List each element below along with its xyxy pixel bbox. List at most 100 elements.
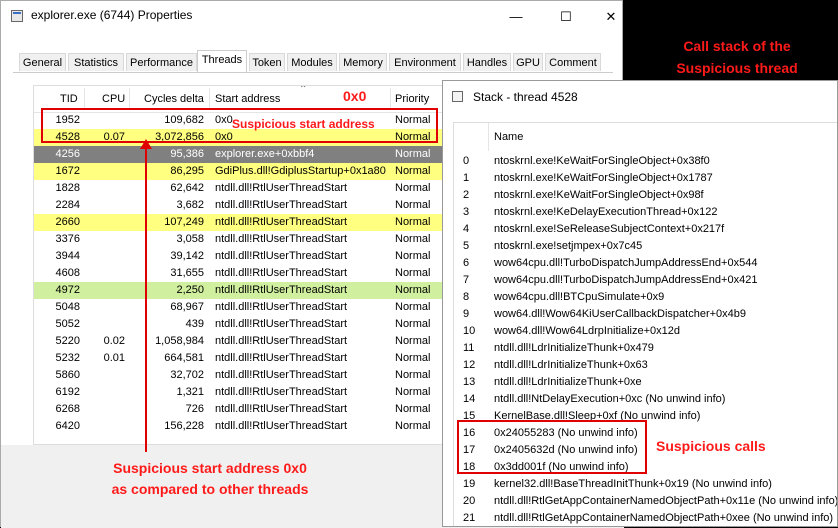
stack-frame-row[interactable]: 9 wow64.dll!Wow64KiUserCallbackDispatcher…	[454, 306, 837, 323]
thread-row[interactable]: 1828 62,642 ntdll.dll!RtlUserThreadStart No…	[34, 180, 442, 197]
tid-cell: 5860	[55, 369, 80, 381]
tid-cell: 2660	[55, 216, 80, 228]
cycles-cell: 1,058,984	[155, 335, 204, 347]
start-address-cell: GdiPlus.dll!GdiplusStartup+0x1a80	[215, 165, 386, 177]
start-address-cell: ntdll.dll!RtlUserThreadStart	[215, 386, 348, 398]
stack-frame-row[interactable]: 2 ntoskrnl.exe!KeWaitForSingleObject+0x98…	[454, 187, 837, 204]
cycles-cell: 156,228	[164, 420, 204, 432]
maximize-button[interactable]: ☐	[546, 7, 586, 27]
thread-row[interactable]: 3376 3,058 ntdll.dll!RtlUserThreadStart Nor…	[34, 231, 442, 248]
thread-row[interactable]: 5048 68,967 ntdll.dll!RtlUserThreadStart No…	[34, 299, 442, 316]
suspicious-calls-label: Suspicious calls	[656, 438, 766, 454]
stack-frame-row[interactable]: 8 wow64cpu.dll!BTCpuSimulate+0x9	[454, 289, 837, 306]
stack-window-title: Stack - thread 4528	[473, 90, 578, 104]
stack-frame-row[interactable]: 4 ntoskrnl.exe!SeReleaseSubjectContext+0x…	[454, 221, 837, 238]
tid-cell: 3376	[55, 233, 80, 245]
tab-comment[interactable]: Comment	[545, 53, 601, 71]
bottom-annotation-line1: Suspicious start address 0x0	[113, 460, 307, 476]
thread-row[interactable]: 5052 439 ntdll.dll!RtlUserThreadStart Norma…	[34, 316, 442, 333]
thread-row[interactable]: 5220 0.02 1,058,984 ntdll.dll!RtlUserThread…	[34, 333, 442, 350]
col-priority[interactable]: Priority	[395, 93, 429, 105]
tab-general[interactable]: General	[19, 53, 66, 71]
stack-frame-row[interactable]: 20 ntdll.dll!RtlGetAppContainerNamedObjec…	[454, 493, 837, 510]
frame-index: 6	[463, 257, 470, 269]
tab-token[interactable]: Token	[249, 53, 285, 71]
thread-row[interactable]: 4608 31,655 ntdll.dll!RtlUserThreadStart No…	[34, 265, 442, 282]
cycles-cell: 2,250	[176, 284, 204, 296]
col-cpu[interactable]: CPU	[102, 93, 125, 105]
thread-row[interactable]: 6192 1,321 ntdll.dll!RtlUserThreadStart Nor…	[34, 384, 442, 401]
priority-cell: Normal	[395, 403, 431, 415]
thread-row[interactable]: 4972 2,250 ntdll.dll!RtlUserThreadStart Nor…	[34, 282, 442, 299]
cycles-cell: 39,142	[170, 250, 204, 262]
frame-name: ntoskrnl.exe!SeReleaseSubjectContext+0x2…	[494, 223, 725, 235]
thread-row[interactable]: 5232 0.01 664,581 ntdll.dll!RtlUserThreadSt…	[34, 350, 442, 367]
stack-frame-row[interactable]: 12 ntdll.dll!LdrInitializeThunk+0x63	[454, 357, 837, 374]
cpu-cell: 0.01	[103, 352, 125, 364]
stack-frame-row[interactable]: 7 wow64cpu.dll!TurboDispatchJumpAddressEn…	[454, 272, 837, 289]
tid-cell: 2284	[55, 199, 80, 211]
thread-row[interactable]: 2660 107,249 ntdll.dll!RtlUserThreadStart N…	[34, 214, 442, 231]
tid-cell: 1828	[55, 182, 80, 194]
stack-frame-row[interactable]: 1 ntoskrnl.exe!KeWaitForSingleObject+0x17…	[454, 170, 837, 187]
thread-row[interactable]: 6420 156,228 ntdll.dll!RtlUserThreadStart N…	[34, 418, 442, 435]
start-address-cell: ntdll.dll!RtlUserThreadStart	[215, 182, 348, 194]
tid-cell: 4972	[55, 284, 80, 296]
close-button[interactable]: ✕	[591, 7, 631, 27]
thread-row[interactable]: 5860 32,702 ntdll.dll!RtlUserThreadStart No…	[34, 367, 442, 384]
frame-name: wow64cpu.dll!TurboDispatchJumpAddressEnd…	[494, 257, 758, 269]
stack-frame-row[interactable]: 13 ntdll.dll!LdrInitializeThunk+0xe	[454, 374, 837, 391]
tab-threads[interactable]: Threads	[197, 50, 247, 72]
stack-frame-row[interactable]: 3 ntoskrnl.exe!KeDelayExecutionThread+0x1…	[454, 204, 837, 221]
annotation-arrow	[145, 148, 147, 452]
frame-name: ntdll.dll!RtlGetAppContainerNamedObjectP…	[494, 512, 834, 524]
tab-environment[interactable]: Environment	[389, 53, 461, 71]
frame-index: 19	[463, 478, 476, 490]
thread-row[interactable]: 6268 726 ntdll.dll!RtlUserThreadStart Norma…	[34, 401, 442, 418]
start-address-cell: ntdll.dll!RtlUserThreadStart	[215, 369, 348, 381]
tid-cell: 4256	[55, 148, 80, 160]
callstack-annotation-line1: Call stack of the	[683, 38, 791, 54]
stack-frame-row[interactable]: 6 wow64cpu.dll!TurboDispatchJumpAddressEn…	[454, 255, 837, 272]
frame-name: wow64.dll!Wow64KiUserCallbackDispatcher+…	[494, 308, 747, 320]
stack-frame-row[interactable]: 11 ntdll.dll!LdrInitializeThunk+0x479	[454, 340, 837, 357]
thread-row[interactable]: 4256 95,386 explorer.exe+0xbbf4 Normal	[34, 146, 442, 163]
priority-cell: Normal	[395, 148, 431, 160]
col-cycles-delta[interactable]: Cycles delta	[144, 93, 204, 105]
stack-frame-row[interactable]: 10 wow64.dll!Wow64LdrpInitialize+0x12d	[454, 323, 837, 340]
tid-cell: 5048	[55, 301, 80, 313]
thread-row[interactable]: 3944 39,142 ntdll.dll!RtlUserThreadStart No…	[34, 248, 442, 265]
tab-handles[interactable]: Handles	[463, 53, 511, 71]
tab-modules[interactable]: Modules	[287, 53, 337, 71]
start-address-cell: ntdll.dll!RtlUserThreadStart	[215, 420, 348, 432]
frame-name: wow64.dll!Wow64LdrpInitialize+0x12d	[494, 325, 680, 337]
sort-arrow-icon: ⌃	[299, 85, 308, 95]
thread-row[interactable]: 2284 3,682 ntdll.dll!RtlUserThreadStart Nor…	[34, 197, 442, 214]
start-address-cell: ntdll.dll!RtlUserThreadStart	[215, 216, 348, 228]
stack-frame-row[interactable]: 19 kernel32.dll!BaseThreadInitThunk+0x19 …	[454, 476, 837, 493]
priority-cell: Normal	[395, 352, 431, 364]
minimize-button[interactable]: —	[496, 7, 536, 27]
tab-performance[interactable]: Performance	[126, 53, 197, 71]
tid-cell: 3944	[55, 250, 80, 262]
bottom-annotation-line2: as compared to other threads	[111, 481, 309, 497]
stack-frame-row[interactable]: 0 ntoskrnl.exe!KeWaitForSingleObject+0x38…	[454, 153, 837, 170]
cycles-cell: 62,642	[170, 182, 204, 194]
stack-frame-row[interactable]: 5 ntoskrnl.exe!setjmpex+0x7c45	[454, 238, 837, 255]
frame-index: 12	[463, 359, 476, 371]
col-name[interactable]: Name	[494, 131, 523, 143]
thread-row[interactable]: 1672 86,295 GdiPlus.dll!GdiplusStartup+0x1…	[34, 163, 442, 180]
tab-statistics[interactable]: Statistics	[68, 53, 124, 71]
cycles-cell: 32,702	[170, 369, 204, 381]
cycles-cell: 726	[185, 403, 204, 415]
process-icon	[11, 10, 23, 22]
tab-memory[interactable]: Memory	[339, 53, 387, 71]
col-tid[interactable]: TID	[60, 93, 78, 105]
stack-frame-row[interactable]: 21 ntdll.dll!RtlGetAppContainerNamedObjec…	[454, 510, 837, 526]
priority-cell: Normal	[395, 267, 431, 279]
frame-name: ntoskrnl.exe!KeWaitForSingleObject+0x98f	[494, 189, 704, 201]
col-start-address[interactable]: Start address	[215, 93, 280, 105]
tab-gpu[interactable]: GPU	[513, 53, 543, 71]
priority-cell: Normal	[395, 284, 431, 296]
stack-frame-row[interactable]: 14 ntdll.dll!NtDelayExecution+0xc (No unw…	[454, 391, 837, 408]
